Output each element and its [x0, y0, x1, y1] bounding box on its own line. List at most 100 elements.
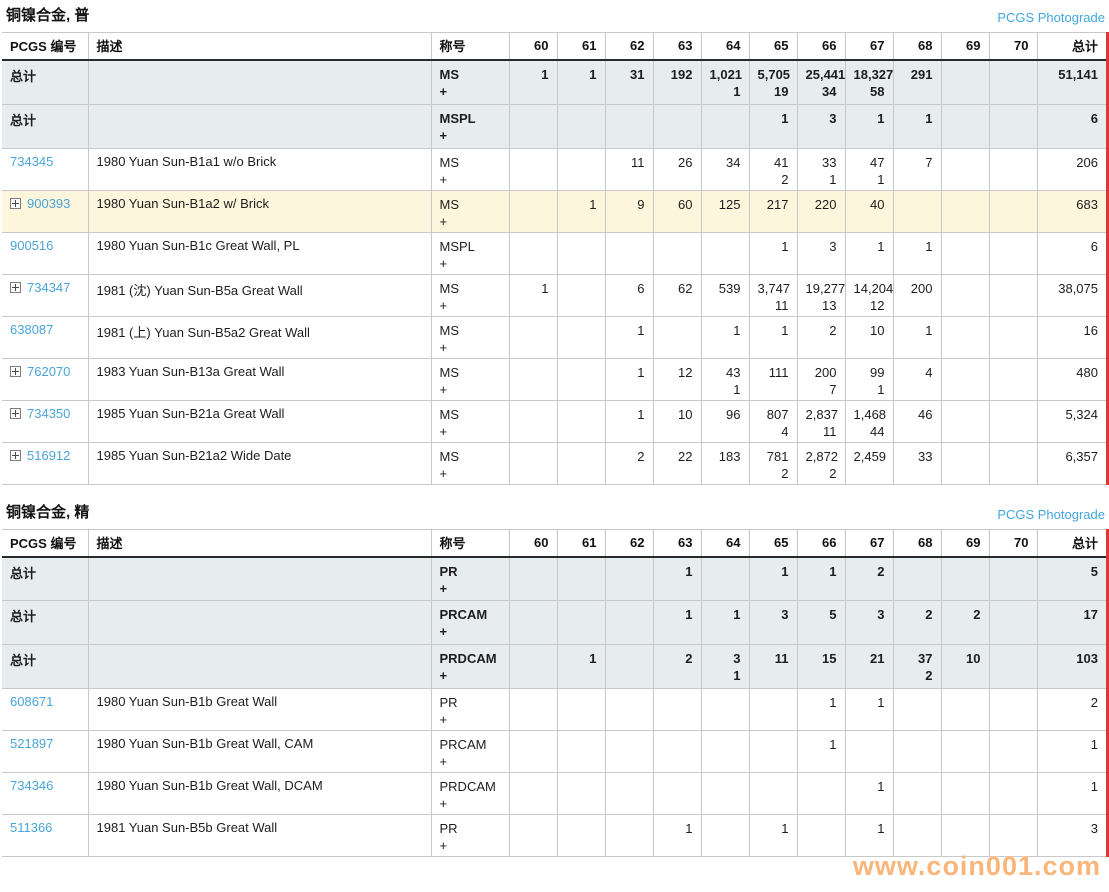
pcgs-id-link[interactable]: 762070 — [27, 364, 70, 379]
grade-count — [998, 280, 1029, 297]
grade-plus-count — [758, 339, 789, 356]
grade-plus-count — [614, 667, 645, 684]
grade-plus-count — [806, 623, 837, 640]
grade-count — [614, 238, 645, 255]
grade-count — [758, 736, 789, 753]
grade-plus-count — [950, 667, 981, 684]
designation-plus: + — [440, 171, 501, 188]
column-header-64: 64 — [701, 529, 749, 557]
pcgs-id-link[interactable]: 521897 — [10, 736, 53, 751]
grade-cell-61 — [557, 274, 605, 316]
grade-cell-64: 31 — [701, 645, 749, 689]
grade-count: 539 — [710, 280, 741, 297]
grade-plus-count — [854, 127, 885, 144]
grade-plus-count: 1 — [854, 171, 885, 188]
pcgs-id-link[interactable]: 734345 — [10, 154, 53, 169]
grade-cell-66: 19,27713 — [797, 274, 845, 316]
total-row: 总计PRDCAM+123111152137210103 — [2, 645, 1106, 689]
expand-plus-icon[interactable] — [10, 198, 21, 209]
description-cell: 1985 Yuan Sun-B21a2 Wide Date — [88, 442, 431, 484]
grade-cell-68: 1 — [893, 232, 941, 274]
grade-cell-66: 2 — [797, 316, 845, 358]
expand-plus-icon[interactable] — [10, 450, 21, 461]
grade-count: 99 — [854, 364, 885, 381]
pcgs-id-link[interactable]: 516912 — [27, 448, 70, 463]
pcgs-id-cell: 638087 — [2, 316, 88, 358]
grade-cell-63 — [653, 773, 701, 815]
column-header-69: 69 — [941, 33, 989, 61]
grade-cell-64: 431 — [701, 358, 749, 400]
total-count: 480 — [1046, 364, 1099, 381]
grade-plus-count — [902, 753, 933, 770]
grade-count: 33 — [806, 154, 837, 171]
grade-count: 2,837 — [806, 406, 837, 423]
total-count: 1 — [1046, 736, 1099, 753]
grade-count — [998, 736, 1029, 753]
grade-cell-65: 5,70519 — [749, 60, 797, 104]
grade-cell-61 — [557, 601, 605, 645]
total-cell: 206 — [1037, 148, 1106, 190]
grade-count — [566, 694, 597, 711]
grade-count — [614, 563, 645, 580]
photograde-link[interactable]: PCGS Photograde — [997, 507, 1105, 522]
designation-plus: + — [440, 423, 501, 440]
grade-cell-67: 1,46844 — [845, 400, 893, 442]
grade-plus-count — [662, 297, 693, 314]
grade-plus-count — [614, 623, 645, 640]
pcgs-id-link[interactable]: 900516 — [10, 238, 53, 253]
total-count: 3 — [1046, 820, 1099, 837]
grade-cell-62: 9 — [605, 190, 653, 232]
expand-plus-icon[interactable] — [10, 408, 21, 419]
grade-plus-count — [854, 837, 885, 854]
pcgs-id-link[interactable]: 608671 — [10, 694, 53, 709]
grade-cell-69 — [941, 358, 989, 400]
designation-plus: + — [440, 795, 501, 812]
grade-plus-count — [566, 667, 597, 684]
grade-count — [950, 820, 981, 837]
pcgs-id-link[interactable]: 734350 — [27, 406, 70, 421]
grade-cell-60 — [509, 645, 557, 689]
total-row: 总计MSPL+13116 — [2, 104, 1106, 148]
grade-cell-63: 26 — [653, 148, 701, 190]
grade-plus-count — [998, 83, 1029, 100]
expand-plus-icon[interactable] — [10, 366, 21, 377]
grade-cell-61 — [557, 731, 605, 773]
pcgs-id-cell: 734345 — [2, 148, 88, 190]
grade-cell-67: 1 — [845, 773, 893, 815]
pcgs-id-link[interactable]: 734347 — [27, 280, 70, 295]
designation-value: PRDCAM — [440, 778, 501, 795]
grade-count: 2,872 — [806, 448, 837, 465]
pcgs-id-link[interactable]: 734346 — [10, 778, 53, 793]
grade-cell-61 — [557, 316, 605, 358]
grade-plus-count — [950, 171, 981, 188]
designation-cell: MS+ — [431, 442, 509, 484]
pcgs-id-link[interactable]: 638087 — [10, 322, 53, 337]
photograde-link[interactable]: PCGS Photograde — [997, 10, 1105, 25]
designation-value: PRDCAM — [440, 650, 501, 667]
grade-cell-60 — [509, 358, 557, 400]
grade-count: 9 — [614, 196, 645, 213]
grade-cell-64: 34 — [701, 148, 749, 190]
description-cell: 1981 (上) Yuan Sun-B5a2 Great Wall — [88, 316, 431, 358]
expand-plus-icon[interactable] — [10, 282, 21, 293]
grade-cell-69 — [941, 815, 989, 857]
grade-cell-70 — [989, 645, 1037, 689]
grade-cell-69 — [941, 232, 989, 274]
designation-value: PR — [440, 694, 501, 711]
grade-count: 6 — [614, 280, 645, 297]
description-cell: 1985 Yuan Sun-B21a Great Wall — [88, 400, 431, 442]
grade-count: 1 — [854, 778, 885, 795]
grade-plus-count — [758, 580, 789, 597]
grade-count — [518, 736, 549, 753]
pcgs-id-link[interactable]: 511366 — [10, 820, 52, 835]
grade-count: 2,459 — [854, 448, 885, 465]
grade-plus-count — [998, 465, 1029, 482]
grade-cell-67: 2,459 — [845, 442, 893, 484]
grade-count — [518, 110, 549, 127]
grade-plus-count — [710, 127, 741, 144]
population-table: PCGS 编号描述称号6061626364656667686970总计总计MS+… — [2, 32, 1106, 485]
grade-cell-62: 2 — [605, 442, 653, 484]
grade-cell-62 — [605, 731, 653, 773]
grade-plus-count — [614, 837, 645, 854]
pcgs-id-link[interactable]: 900393 — [27, 196, 70, 211]
